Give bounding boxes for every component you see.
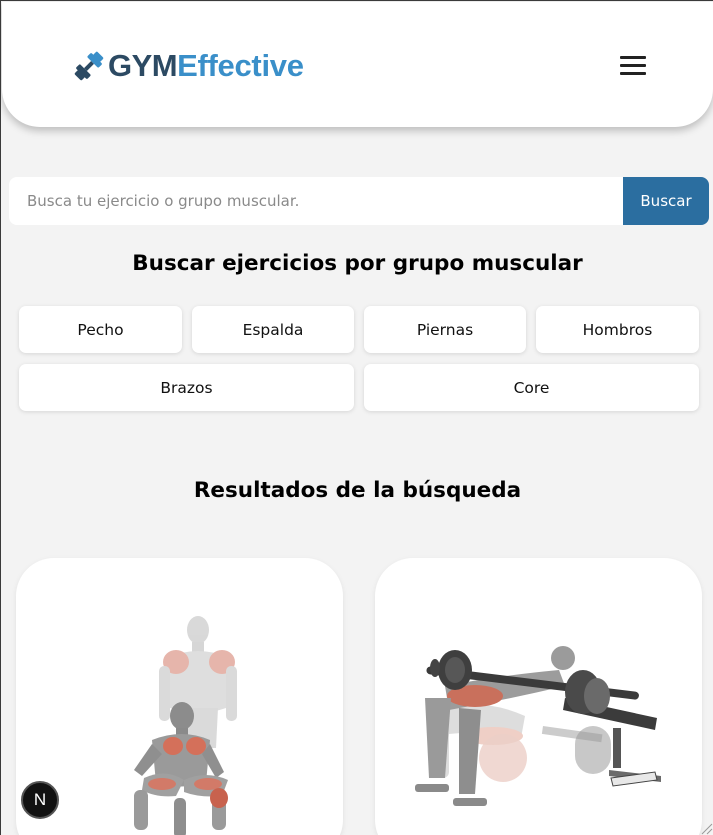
muscle-group-chip-hombros[interactable]: Hombros <box>536 306 699 353</box>
logo-text-effective: Effective <box>177 48 304 83</box>
barbell-hip-thrust-illustration <box>415 646 661 806</box>
muscle-group-chip-core[interactable]: Core <box>364 364 699 411</box>
results-title: Resultados de la búsqueda <box>193 478 522 503</box>
logo-text-gym: GYM <box>108 48 178 83</box>
site-header: GYM Effective <box>2 2 713 127</box>
dev-badge-label: N <box>33 790 47 809</box>
site-logo[interactable]: GYM Effective <box>72 46 304 86</box>
dumbbell-icon <box>74 51 104 81</box>
muscle-group-chip-espalda[interactable]: Espalda <box>192 306 354 353</box>
hamburger-menu-icon[interactable] <box>617 53 649 79</box>
muscle-group-chip-piernas[interactable]: Piernas <box>364 306 526 353</box>
nextjs-dev-badge[interactable]: N <box>21 781 59 819</box>
squat-exercise-illustration <box>134 616 237 835</box>
exercise-card[interactable] <box>16 558 343 835</box>
resize-handle-icon <box>701 823 713 835</box>
muscle-groups-title: Buscar ejercicios por grupo muscular <box>132 251 583 276</box>
muscle-group-chip-brazos[interactable]: Brazos <box>19 364 354 411</box>
exercise-card[interactable] <box>375 558 702 835</box>
page: GYM Effective Buscar Buscar ejercicios p… <box>0 0 713 835</box>
muscle-group-chip-pecho[interactable]: Pecho <box>19 306 182 353</box>
search-button[interactable]: Buscar <box>623 177 709 225</box>
search-input[interactable] <box>9 177 623 225</box>
search-bar: Buscar <box>9 177 709 225</box>
